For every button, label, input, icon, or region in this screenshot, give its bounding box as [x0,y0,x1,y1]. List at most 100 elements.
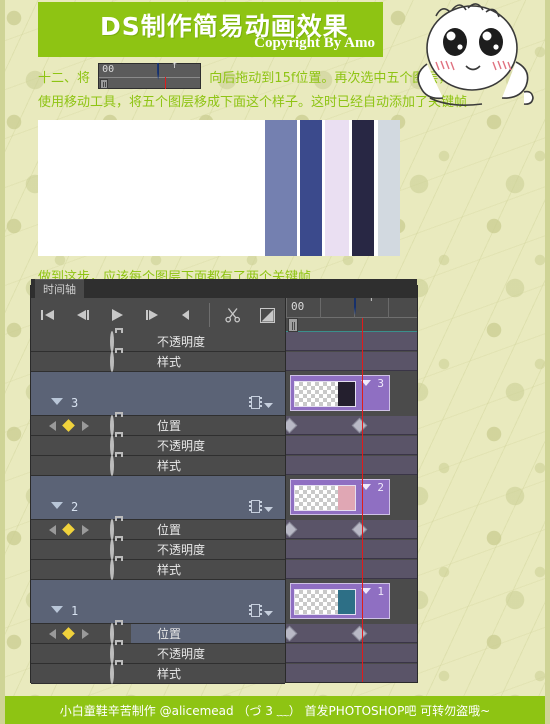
keyframe-marker[interactable] [351,625,368,642]
film-strip-icon[interactable] [249,396,273,414]
stopwatch-icon[interactable] [93,558,131,580]
page-right-edge [545,0,550,724]
opacity-row[interactable]: 不透明度 [31,434,285,456]
playhead[interactable]: f [354,298,374,315]
add-keyframe-icon[interactable] [62,627,76,640]
track-style-row[interactable] [286,664,417,682]
property-name-cell[interactable]: 不透明度 [131,540,285,559]
property-name-cell[interactable]: 位置 [131,520,285,539]
keyframe-marker[interactable] [351,521,368,538]
property-name-cell[interactable]: 位置 [131,416,285,435]
property-name-cell[interactable]: 样式 [131,560,285,579]
track-style-row[interactable] [286,352,417,371]
stopwatch-icon[interactable] [93,642,131,664]
previous-frame-button[interactable] [65,298,99,332]
inline-playhead-marker: f [157,61,177,89]
stopwatch-icon[interactable] [93,414,131,436]
stopwatch-icon[interactable] [93,538,131,560]
layer-track-1[interactable]: 1 [286,580,417,623]
add-keyframe-icon[interactable] [62,419,76,432]
layer-duration-bar[interactable]: 2 [290,479,390,515]
layer-row-2[interactable]: 2 [31,476,285,520]
layer-expand-icon[interactable] [51,606,63,613]
layer-track-3[interactable]: 3 [286,372,417,415]
property-name-cell[interactable]: 不透明度 [131,332,285,351]
track-position-row[interactable] [286,520,417,539]
playhead-shield-icon [354,298,356,315]
work-area-start-handle[interactable] [288,318,298,332]
property-name-cell[interactable]: 不透明度 [131,644,285,663]
tab-timeline[interactable]: 时间轴 [35,279,84,298]
color-bar-3 [325,120,349,256]
style-row[interactable]: 样式 [31,558,285,580]
position-row[interactable]: 位置 [31,414,285,436]
property-name-cell[interactable]: 样式 [131,664,285,683]
stopwatch-icon[interactable] [93,330,131,352]
layer-expand-icon[interactable] [51,502,63,509]
stopwatch-icon[interactable] [93,622,131,644]
film-strip-icon[interactable] [249,604,273,622]
next-keyframe-icon[interactable] [81,628,89,639]
stopwatch-icon[interactable] [93,518,131,540]
stopwatch-icon[interactable] [93,662,131,684]
timeline-work-area[interactable] [286,318,417,332]
color-bar-4 [352,120,374,256]
style-row[interactable]: 样式 [31,662,285,684]
add-keyframe-icon[interactable] [62,523,76,536]
track-opacity-row[interactable] [286,436,417,455]
layer-row-1[interactable]: 1 [31,580,285,624]
footer-credit-text: 小白童鞋辛苦制作 @alicemead （づ 3 ﹏） 首发PHOTOSHOP吧… [59,703,491,718]
first-frame-button[interactable] [31,298,65,332]
stopwatch-icon[interactable] [93,454,131,476]
previous-keyframe-icon[interactable] [49,420,57,431]
stopwatch-icon[interactable] [93,434,131,456]
previous-keyframe-icon[interactable] [49,628,57,639]
layer-track-2[interactable]: 2 [286,476,417,519]
property-name-cell[interactable]: 位置 [131,624,285,643]
next-frame-button[interactable] [134,298,168,332]
style-row[interactable]: 样式 [31,454,285,476]
keyframe-marker[interactable] [351,417,368,434]
color-bar-group [265,120,400,256]
layer-duration-bar[interactable]: 3 [290,375,390,411]
next-keyframe-icon[interactable] [81,524,89,535]
inline-playhead: f [157,61,177,89]
property-row-list: 不透明度 样式 3 位置 不透明度 样式 2 位置 不透明度 样式 1 位置 不透明度 样式 [31,330,285,684]
track-opacity-row[interactable] [286,332,417,351]
property-name-cell[interactable]: 样式 [131,352,285,371]
timeline-ruler[interactable]: 00 f [286,298,417,318]
transition-button[interactable] [251,298,285,332]
track-position-row[interactable] [286,624,417,643]
stopwatch-icon[interactable] [93,350,131,372]
color-bar-2 [300,120,322,256]
layer-row-3[interactable]: 3 [31,372,285,416]
position-row[interactable]: 位置 [31,622,285,644]
timeline-right-column: 00 f 3 2 1 [286,298,417,682]
opacity-row[interactable]: 不透明度 [31,538,285,560]
film-strip-icon[interactable] [249,500,273,518]
track-opacity-row[interactable] [286,644,417,663]
style-row[interactable]: 样式 [31,350,285,372]
property-name-cell[interactable]: 不透明度 [131,436,285,455]
track-position-row[interactable] [286,416,417,435]
keyframe-marker[interactable] [286,521,298,538]
property-name-cell[interactable]: 样式 [131,456,285,475]
position-row[interactable]: 位置 [31,518,285,540]
audio-button[interactable] [169,298,203,332]
playhead-marker[interactable]: f [354,298,374,315]
scissors-button[interactable] [216,298,250,332]
previous-keyframe-icon[interactable] [49,524,57,535]
track-opacity-row[interactable] [286,540,417,559]
ruler-tick [286,298,287,318]
next-keyframe-icon[interactable] [81,420,89,431]
timeline-body: 不透明度 样式 3 位置 不透明度 样式 2 位置 不透明度 样式 1 位置 不透明度 样式 00 [31,298,417,684]
opacity-row[interactable]: 不透明度 [31,642,285,664]
keyframe-nav-group [31,419,93,432]
layer-expand-icon[interactable] [51,398,63,405]
opacity-row[interactable]: 不透明度 [31,330,285,352]
keyframe-marker[interactable] [286,417,298,434]
track-style-row[interactable] [286,456,417,475]
keyframe-marker[interactable] [286,625,298,642]
track-style-row[interactable] [286,560,417,579]
layer-duration-bar[interactable]: 1 [290,583,390,619]
